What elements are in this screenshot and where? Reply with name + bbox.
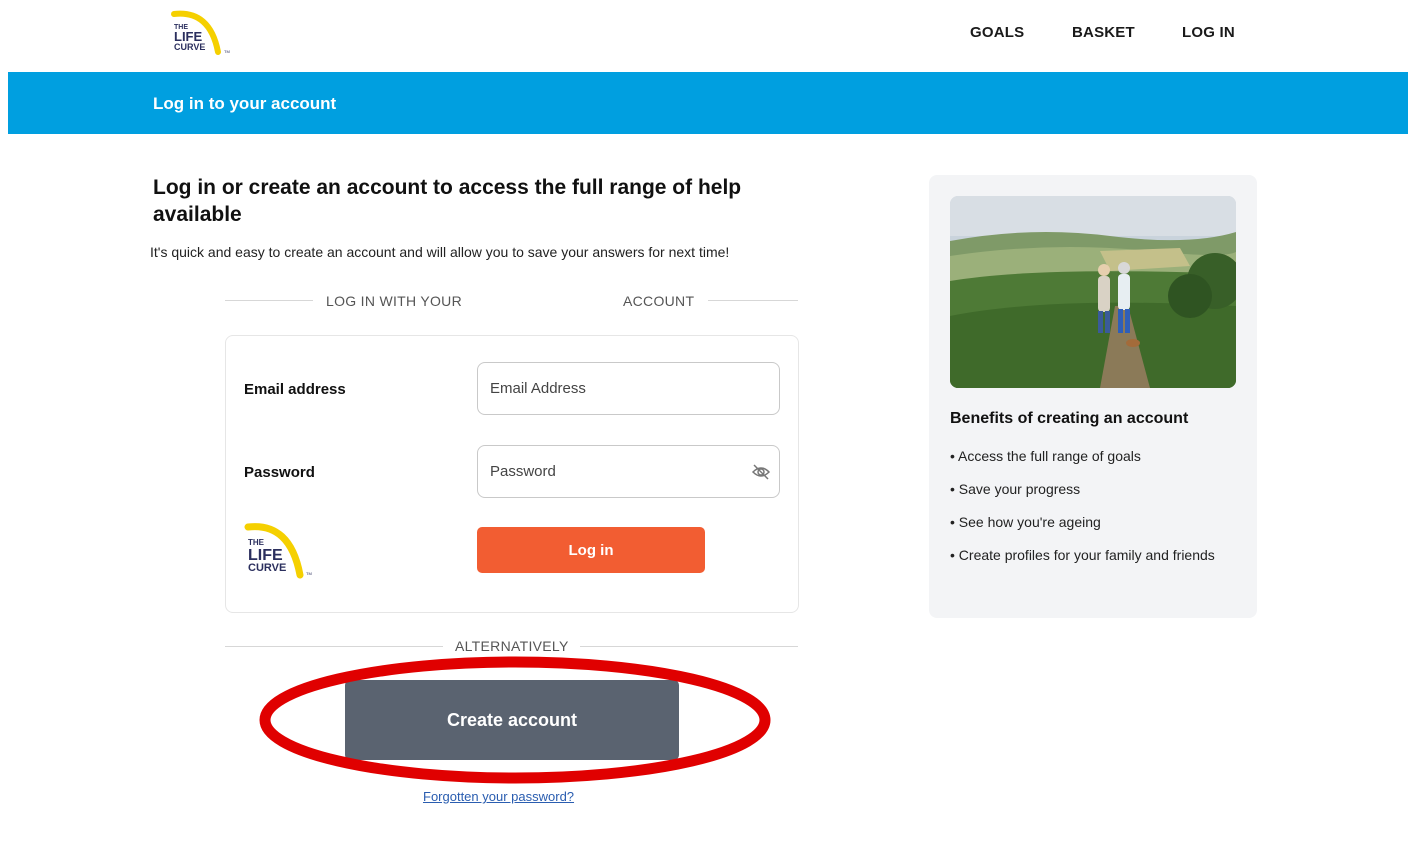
hide-password-icon[interactable]	[751, 462, 771, 482]
page-banner: Log in to your account	[8, 72, 1408, 134]
benefits-list: • Access the full range of goals • Save …	[950, 445, 1240, 577]
svg-text:TM: TM	[306, 571, 312, 576]
benefit-item: • Access the full range of goals	[950, 448, 1141, 464]
benefit-item: • Save your progress	[950, 481, 1081, 497]
svg-text:THE: THE	[248, 538, 265, 547]
email-input[interactable]	[477, 362, 780, 415]
password-input[interactable]	[477, 445, 780, 498]
password-label: Password	[244, 464, 315, 481]
log-in-button[interactable]: Log in	[477, 527, 705, 573]
alternatively-label: ALTERNATIVELY	[455, 638, 569, 654]
email-label: Email address	[244, 381, 346, 398]
svg-text:TM: TM	[224, 49, 230, 54]
benefit-item: • See how you're ageing	[950, 514, 1101, 530]
life-curve-logo[interactable]: THE LIFE CURVE TM	[170, 8, 236, 58]
nav-goals[interactable]: GOALS	[970, 24, 1024, 41]
page-heading: Log in or create an account to access th…	[153, 176, 742, 226]
life-curve-logo: THE LIFE CURVE TM	[244, 523, 312, 579]
top-navigation-bar: THE LIFE CURVE TM GOALS BASKET LOG IN	[0, 0, 1408, 72]
walkers-landscape-photo	[950, 196, 1236, 388]
create-account-button[interactable]: Create account	[345, 680, 679, 760]
divider-line	[580, 646, 798, 647]
login-form: Email address Password THE LIFE CURVE TM…	[225, 335, 799, 613]
svg-text:CURVE: CURVE	[174, 42, 205, 52]
divider-label-right: ACCOUNT	[623, 293, 695, 309]
divider-line	[708, 300, 798, 301]
divider-label-left: LOG IN WITH YOUR	[326, 293, 462, 309]
svg-text:CURVE: CURVE	[248, 562, 286, 574]
forgot-password-link[interactable]: Forgotten your password?	[423, 789, 574, 804]
nav-basket[interactable]: BASKET	[1072, 24, 1135, 41]
benefits-title: Benefits of creating an account	[950, 410, 1189, 427]
page-subtext: It's quick and easy to create an account…	[150, 244, 730, 260]
benefit-item: • Create profiles for your family and fr…	[950, 547, 1215, 563]
benefits-card: Benefits of creating an account • Access…	[929, 175, 1257, 618]
divider-line	[225, 300, 313, 301]
nav-log-in[interactable]: LOG IN	[1182, 24, 1235, 41]
divider-line	[225, 646, 443, 647]
banner-title: Log in to your account	[153, 94, 337, 113]
